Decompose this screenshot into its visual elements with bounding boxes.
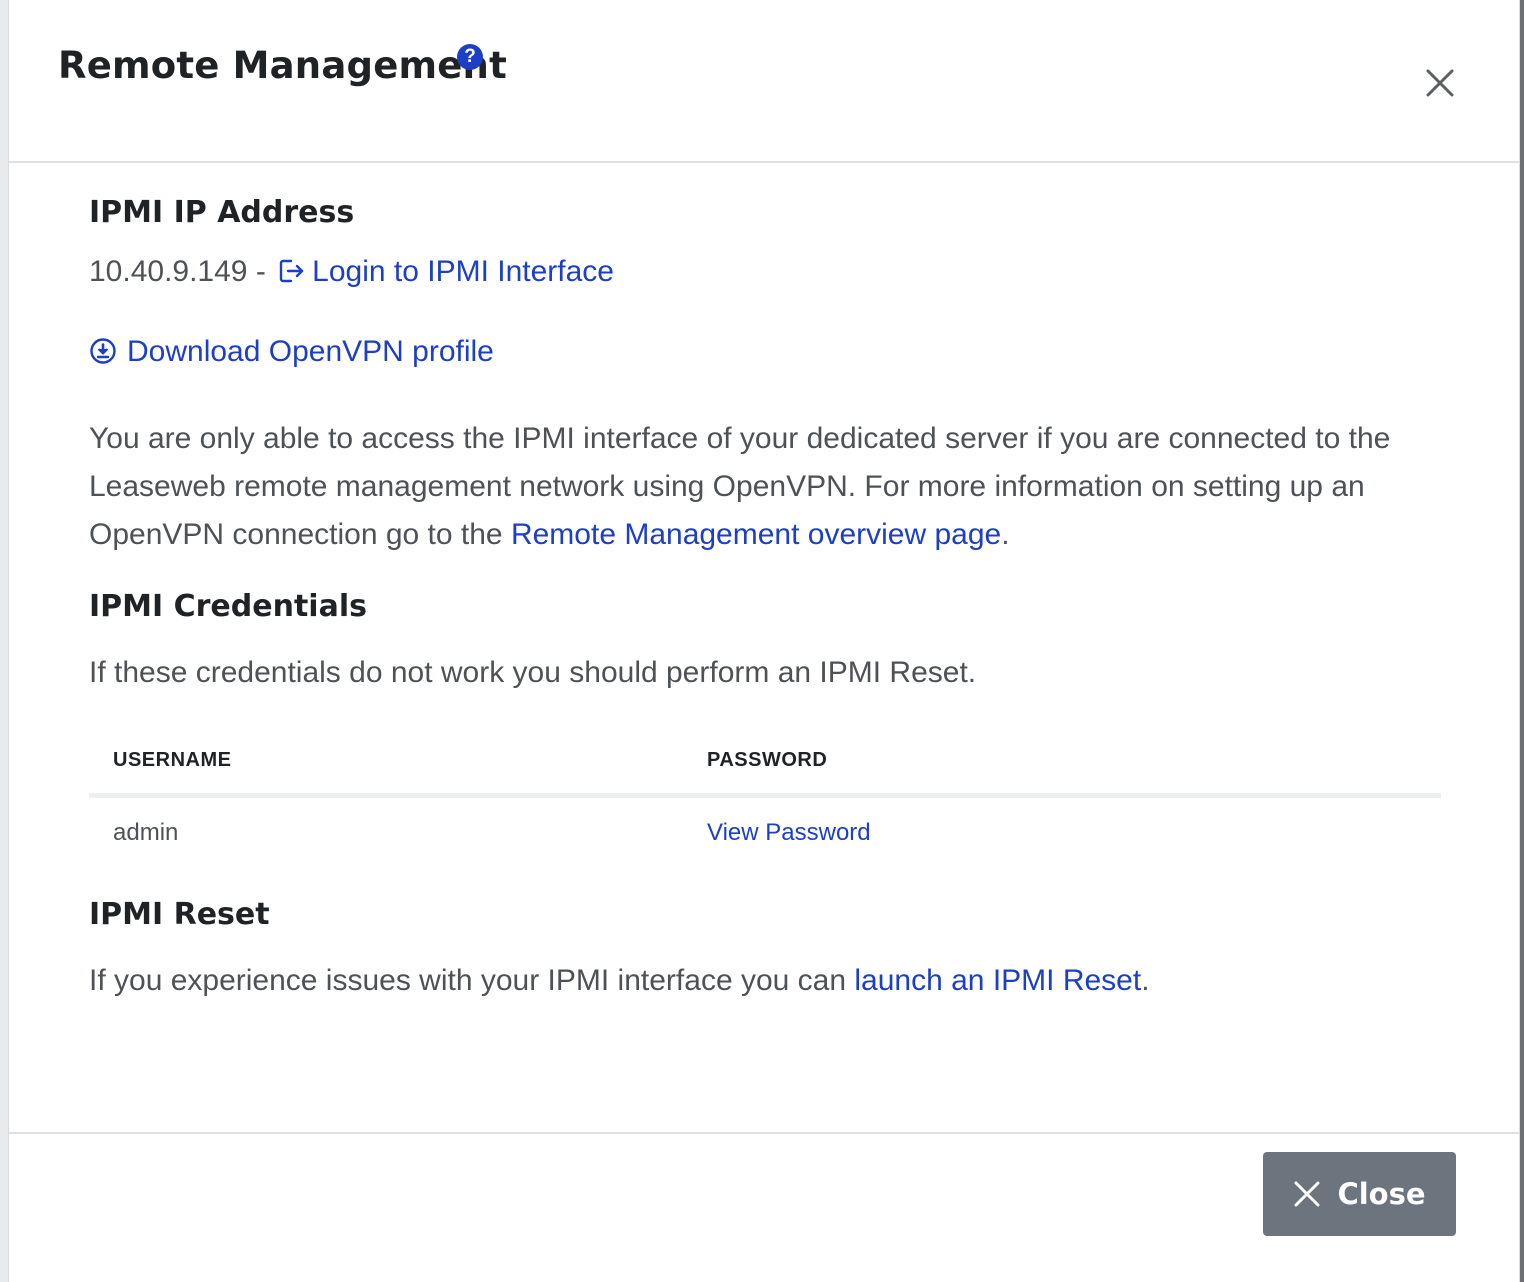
ip-separator: -: [247, 255, 275, 288]
launch-ipmi-reset-link[interactable]: launch an IPMI Reset: [854, 964, 1141, 997]
login-ipmi-label: Login to IPMI Interface: [312, 255, 614, 288]
ipmi-credentials-heading: IPMI Credentials: [89, 589, 367, 624]
close-button[interactable]: Close: [1263, 1152, 1456, 1236]
login-ipmi-link[interactable]: Login to IPMI Interface: [274, 255, 614, 288]
close-icon: [1294, 1181, 1320, 1207]
modal-footer: Close: [9, 1132, 1519, 1282]
username-column-header: USERNAME: [113, 749, 232, 771]
download-vpn-line: Download OpenVPN profile: [89, 335, 494, 369]
username-cell: admin: [113, 819, 179, 846]
remote-management-modal: Remote Management ? IPMI IP Address 10.4…: [8, 0, 1520, 1282]
vpn-info-end: .: [1001, 518, 1010, 551]
external-login-icon: [279, 259, 304, 283]
remote-management-overview-link[interactable]: Remote Management overview page: [511, 518, 1001, 551]
ipmi-reset-heading: IPMI Reset: [89, 897, 270, 932]
ipmi-ip-value: 10.40.9.149: [89, 255, 248, 288]
vpn-info-paragraph: You are only able to access the IPMI int…: [89, 415, 1441, 559]
password-column-header: PASSWORD: [707, 749, 828, 771]
close-button-label: Close: [1337, 1177, 1426, 1211]
question-circle-icon[interactable]: ?: [457, 44, 483, 70]
close-icon[interactable]: [1423, 66, 1457, 100]
download-openvpn-label: Download OpenVPN profile: [127, 335, 494, 368]
table-header-divider: [89, 793, 1441, 798]
ipmi-ip-heading: IPMI IP Address: [89, 195, 355, 230]
modal-header: Remote Management ?: [9, 0, 1519, 163]
modal-title: Remote Management: [58, 44, 507, 87]
download-openvpn-link[interactable]: Download OpenVPN profile: [89, 335, 494, 368]
ipmi-reset-paragraph: If you experience issues with your IPMI …: [89, 957, 1150, 1005]
credentials-note: If these credentials do not work you sho…: [89, 656, 977, 689]
ipmi-ip-line: 10.40.9.149 - Login to IPMI Interface: [89, 255, 614, 289]
download-circle-icon: [90, 338, 116, 364]
ipmi-reset-text: If you experience issues with your IPMI …: [89, 964, 855, 997]
ipmi-reset-end: .: [1141, 964, 1150, 997]
view-password-link[interactable]: View Password: [707, 819, 871, 847]
